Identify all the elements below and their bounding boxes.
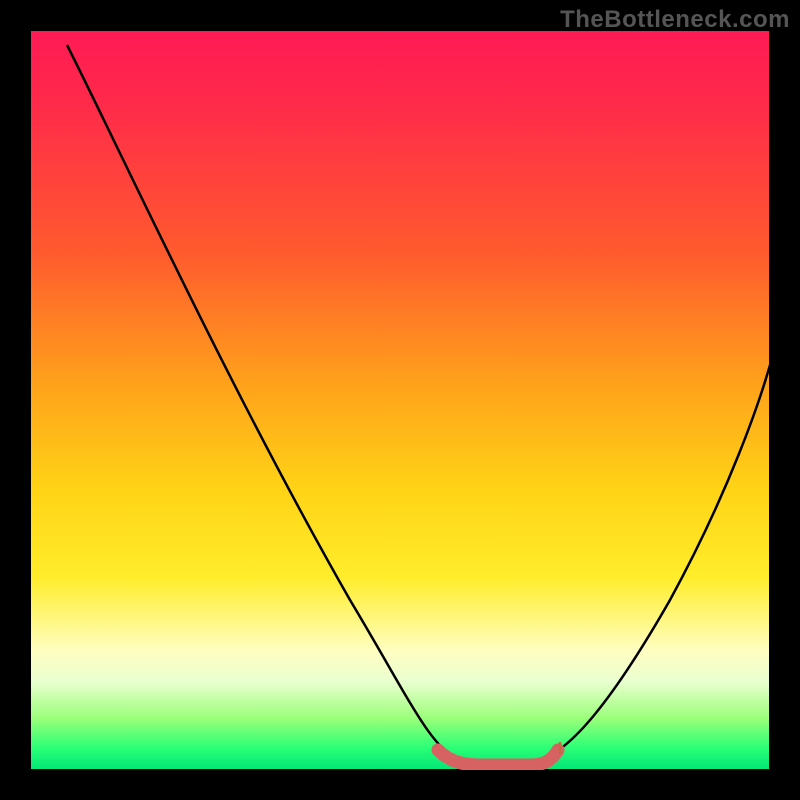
bottleneck-curve <box>67 45 770 760</box>
chart-canvas: TheBottleneck.com <box>0 0 800 800</box>
curve-layer <box>30 30 770 770</box>
optimal-zone-marker-texture <box>438 750 558 765</box>
watermark-text: TheBottleneck.com <box>560 6 790 34</box>
plot-area <box>30 30 770 770</box>
